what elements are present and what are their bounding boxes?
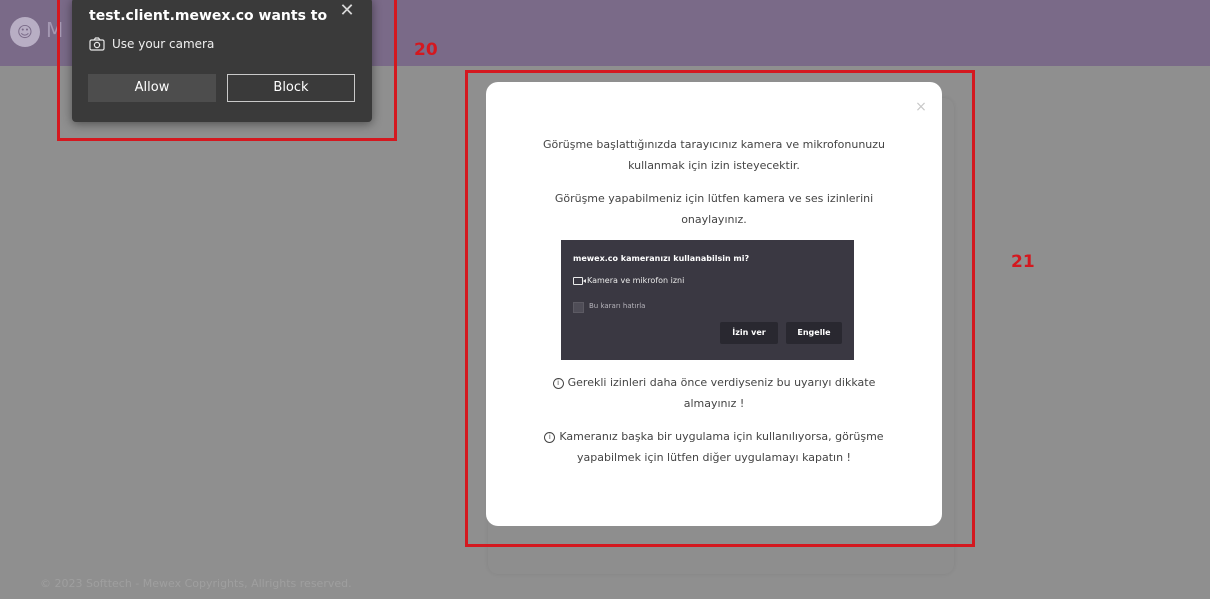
- annotation-box-21: [465, 70, 975, 547]
- annotation-box-20: [57, 0, 397, 141]
- annotation-label-20: 20: [414, 40, 438, 60]
- footer-copyright: © 2023 Softtech - Mewex Copyrights, Allr…: [40, 577, 352, 590]
- people-icon[interactable]: ☺: [10, 17, 40, 47]
- annotation-label-21: 21: [1011, 252, 1035, 272]
